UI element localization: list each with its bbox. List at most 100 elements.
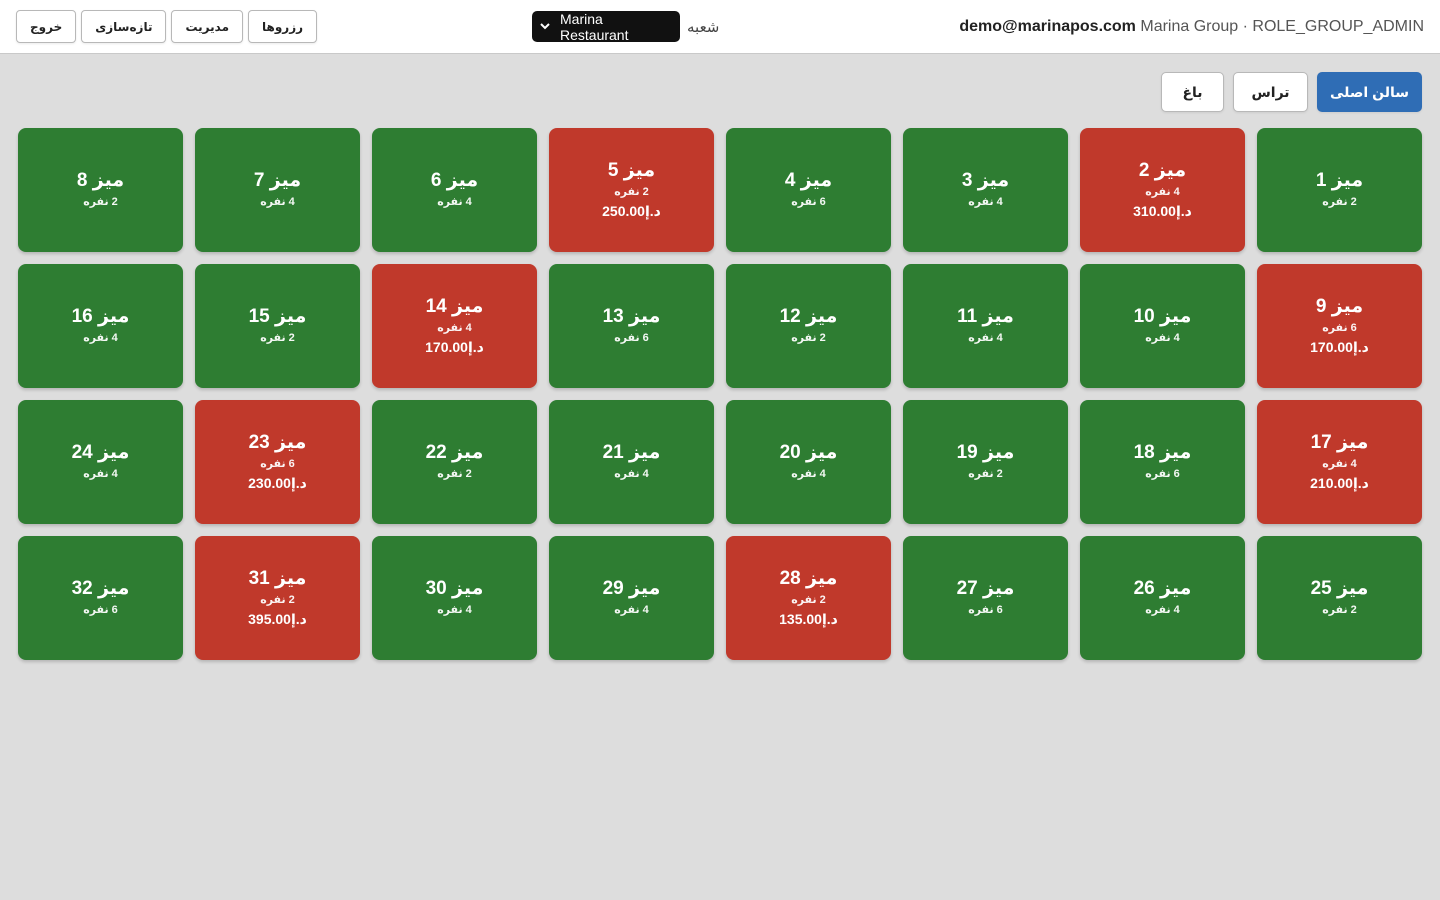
table-capacity: 2 نفره	[614, 186, 649, 198]
table-name: میز 26	[1133, 578, 1192, 599]
table-card[interactable]: میز 13 6 نفره	[549, 264, 714, 388]
table-capacity: 6 نفره	[83, 604, 118, 616]
table-capacity: 4 نفره	[1322, 458, 1357, 470]
table-name: میز 32	[71, 578, 130, 599]
branch-select[interactable]: Marina Restaurant	[532, 10, 680, 43]
zone-tabs: سالن اصلی تراس باغ	[1161, 72, 1422, 112]
table-name: میز 19	[956, 442, 1015, 463]
table-capacity: 4 نفره	[1145, 186, 1180, 198]
table-card[interactable]: میز 8 2 نفره	[18, 128, 183, 252]
table-card[interactable]: میز 19 2 نفره	[903, 400, 1068, 524]
chevron-down-icon	[540, 23, 550, 30]
table-name: میز 10	[1133, 306, 1192, 327]
table-capacity: 4 نفره	[614, 468, 649, 480]
table-card[interactable]: میز 11 4 نفره	[903, 264, 1068, 388]
table-card[interactable]: میز 27 6 نفره	[903, 536, 1068, 660]
table-capacity: 6 نفره	[614, 332, 649, 344]
table-card[interactable]: میز 2 4 نفره 310.00د.إ	[1080, 128, 1245, 252]
table-card[interactable]: میز 25 2 نفره	[1257, 536, 1422, 660]
table-amount: 170.00د.إ	[1310, 339, 1369, 355]
table-capacity: 2 نفره	[83, 196, 118, 208]
table-capacity: 4 نفره	[614, 604, 649, 616]
table-name: میز 5	[607, 160, 656, 181]
table-amount: 230.00د.إ	[248, 475, 307, 491]
top-bar: خروج تازه‌سازی مدیریت رزروها Marina Rest…	[0, 0, 1440, 54]
table-card[interactable]: میز 29 4 نفره	[549, 536, 714, 660]
table-name: میز 14	[425, 296, 484, 317]
table-card[interactable]: میز 3 4 نفره	[903, 128, 1068, 252]
user-info: demo@marinapos.com Marina Group · ROLE_G…	[959, 18, 1424, 36]
table-card[interactable]: میز 32 6 نفره	[18, 536, 183, 660]
table-name: میز 29	[602, 578, 661, 599]
table-card[interactable]: میز 30 4 نفره	[372, 536, 537, 660]
management-button[interactable]: مدیریت	[171, 10, 243, 43]
table-card[interactable]: میز 21 4 نفره	[549, 400, 714, 524]
table-name: میز 3	[961, 170, 1010, 191]
table-card[interactable]: میز 28 2 نفره 135.00د.إ	[726, 536, 891, 660]
table-name: میز 15	[248, 306, 307, 327]
table-card[interactable]: میز 17 4 نفره 210.00د.إ	[1257, 400, 1422, 524]
table-name: میز 27	[956, 578, 1015, 599]
table-name: میز 16	[71, 306, 130, 327]
zone-tab-garden[interactable]: باغ	[1161, 72, 1224, 112]
table-name: میز 1	[1315, 170, 1364, 191]
table-capacity: 4 نفره	[437, 196, 472, 208]
table-name: میز 20	[779, 442, 838, 463]
table-card[interactable]: میز 15 2 نفره	[195, 264, 360, 388]
table-card[interactable]: میز 7 4 نفره	[195, 128, 360, 252]
table-name: میز 25	[1310, 578, 1369, 599]
table-card[interactable]: میز 31 2 نفره 395.00د.إ	[195, 536, 360, 660]
reservations-button[interactable]: رزروها	[248, 10, 318, 43]
logout-button[interactable]: خروج	[16, 10, 77, 43]
table-capacity: 4 نفره	[791, 468, 826, 480]
table-amount: 395.00د.إ	[248, 611, 307, 627]
table-card[interactable]: میز 5 2 نفره 250.00د.إ	[549, 128, 714, 252]
table-capacity: 2 نفره	[437, 468, 472, 480]
table-card[interactable]: میز 20 4 نفره	[726, 400, 891, 524]
table-name: میز 4	[784, 170, 833, 191]
table-card[interactable]: میز 16 4 نفره	[18, 264, 183, 388]
table-name: میز 7	[253, 170, 302, 191]
refresh-button[interactable]: تازه‌سازی	[81, 10, 167, 43]
table-capacity: 4 نفره	[437, 604, 472, 616]
table-capacity: 2 نفره	[968, 468, 1003, 480]
table-card[interactable]: میز 14 4 نفره 170.00د.إ	[372, 264, 537, 388]
table-capacity: 4 نفره	[83, 332, 118, 344]
zone-tab-terrace[interactable]: تراس	[1233, 72, 1308, 112]
table-card[interactable]: میز 22 2 نفره	[372, 400, 537, 524]
table-name: میز 11	[957, 306, 1014, 327]
branch-selector-group: Marina Restaurant شعبه	[532, 10, 719, 43]
table-amount: 135.00د.إ	[779, 611, 838, 627]
table-name: میز 23	[248, 432, 307, 453]
table-capacity: 2 نفره	[260, 332, 295, 344]
table-card[interactable]: میز 1 2 نفره	[1257, 128, 1422, 252]
table-amount: 170.00د.إ	[425, 339, 484, 355]
table-capacity: 6 نفره	[1322, 322, 1357, 334]
table-name: میز 22	[425, 442, 484, 463]
table-name: میز 31	[248, 568, 307, 589]
table-amount: 250.00د.إ	[602, 203, 661, 219]
table-capacity: 4 نفره	[1145, 332, 1180, 344]
table-name: میز 2	[1138, 160, 1187, 181]
top-button-group: خروج تازه‌سازی مدیریت رزروها	[16, 10, 318, 43]
table-card[interactable]: میز 26 4 نفره	[1080, 536, 1245, 660]
table-card[interactable]: میز 6 4 نفره	[372, 128, 537, 252]
table-capacity: 4 نفره	[437, 322, 472, 334]
table-card[interactable]: میز 23 6 نفره 230.00د.إ	[195, 400, 360, 524]
zone-tab-main-hall[interactable]: سالن اصلی	[1317, 72, 1422, 112]
table-capacity: 4 نفره	[968, 196, 1003, 208]
table-card[interactable]: میز 9 6 نفره 170.00د.إ	[1257, 264, 1422, 388]
table-card[interactable]: میز 18 6 نفره	[1080, 400, 1245, 524]
branch-select-value: Marina Restaurant	[560, 10, 629, 43]
table-capacity: 4 نفره	[83, 468, 118, 480]
table-card[interactable]: میز 4 6 نفره	[726, 128, 891, 252]
table-capacity: 6 نفره	[260, 458, 295, 470]
table-card[interactable]: میز 12 2 نفره	[726, 264, 891, 388]
table-card[interactable]: میز 10 4 نفره	[1080, 264, 1245, 388]
table-card[interactable]: میز 24 4 نفره	[18, 400, 183, 524]
table-name: میز 30	[425, 578, 484, 599]
table-capacity: 4 نفره	[260, 196, 295, 208]
table-name: میز 18	[1133, 442, 1192, 463]
table-name: میز 6	[430, 170, 479, 191]
table-name: میز 12	[779, 306, 838, 327]
